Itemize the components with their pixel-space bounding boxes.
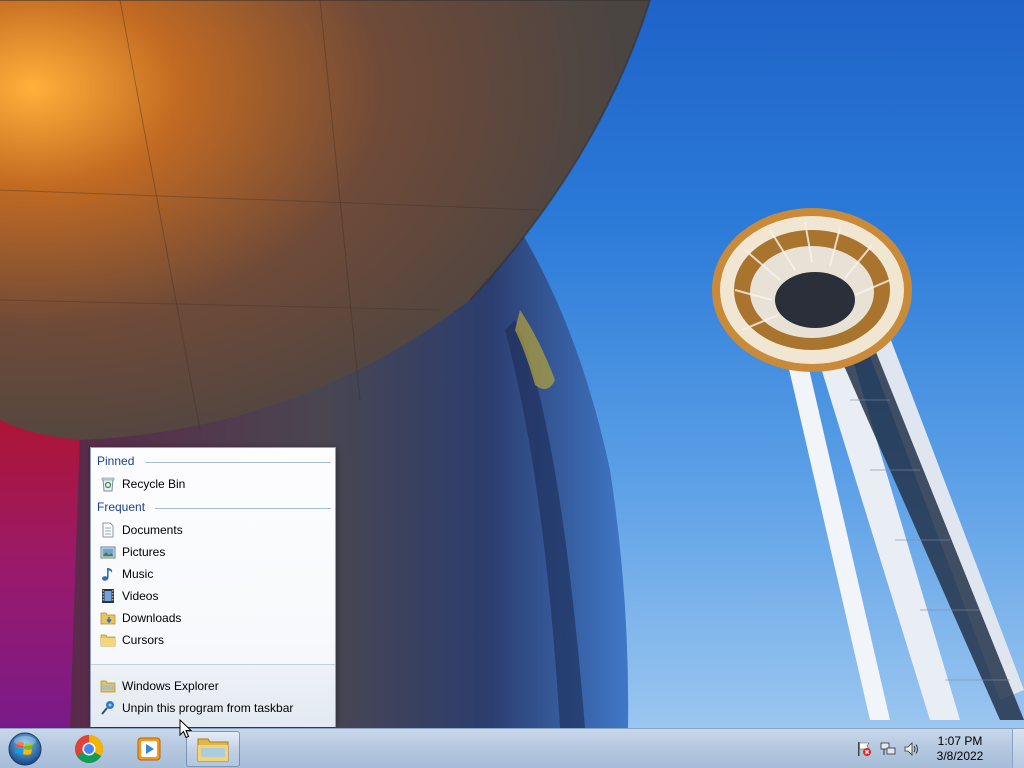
media-player-icon [137, 737, 161, 761]
system-tray: 1:07 PM 3/8/2022 [852, 729, 1012, 768]
documents-icon [102, 522, 114, 538]
taskbar: 1:07 PM 3/8/2022 [0, 728, 1024, 768]
jumplist-item-label: Documents [122, 523, 183, 537]
windows-explorer-icon [100, 680, 116, 693]
chrome-icon [75, 735, 103, 763]
volume-icon[interactable] [904, 741, 920, 757]
taskbar-media-player-button[interactable] [123, 731, 177, 767]
videos-icon [102, 589, 114, 603]
jump-list: Pinned Recycle Bin Frequent Documents Pi… [90, 447, 336, 727]
section-divider [145, 462, 331, 463]
frequent-header-label: Frequent [97, 500, 146, 514]
show-desktop-button[interactable] [1012, 729, 1024, 768]
network-icon[interactable] [880, 741, 896, 757]
clock-time: 1:07 PM [937, 734, 983, 748]
jumplist-item-documents[interactable]: Documents [97, 519, 331, 541]
jumplist-task-unpin[interactable]: Unpin this program from taskbar [97, 697, 331, 719]
action-center-flag-icon[interactable] [856, 741, 872, 757]
taskbar-windows-explorer-button[interactable] [186, 731, 240, 767]
jumplist-item-videos[interactable]: Videos [97, 585, 331, 607]
taskbar-chrome-button[interactable] [62, 731, 116, 767]
clock[interactable]: 1:07 PM 3/8/2022 [928, 734, 992, 764]
jumplist-task-label: Unpin this program from taskbar [122, 701, 294, 715]
downloads-folder-icon [100, 612, 116, 625]
jumplist-task-windows-explorer[interactable]: Windows Explorer [97, 675, 331, 697]
jumplist-item-label: Videos [122, 589, 159, 603]
windows-orb-icon [8, 732, 42, 766]
jumplist-item-music[interactable]: Music [97, 563, 331, 585]
frequent-section-header: Frequent [97, 498, 333, 516]
pinned-header-label: Pinned [97, 454, 135, 468]
jumplist-item-pictures[interactable]: Pictures [97, 541, 331, 563]
pinned-section-header: Pinned [97, 452, 333, 470]
recycle-bin-icon [101, 477, 115, 492]
jumplist-item-recycle-bin[interactable]: Recycle Bin [97, 473, 331, 495]
jumplist-item-label: Pictures [122, 545, 166, 559]
start-button[interactable] [6, 731, 44, 767]
jumplist-item-label: Downloads [122, 611, 182, 625]
clock-date: 3/8/2022 [936, 749, 984, 763]
section-divider [155, 508, 331, 509]
music-icon [102, 568, 113, 581]
jumplist-task-label: Windows Explorer [122, 679, 219, 693]
jumplist-item-downloads[interactable]: Downloads [97, 607, 331, 629]
jumplist-item-cursors[interactable]: Cursors [97, 629, 331, 651]
mouse-cursor-icon [179, 719, 193, 739]
folder-icon [100, 634, 116, 647]
pictures-icon [100, 546, 116, 559]
jumplist-item-label: Recycle Bin [122, 477, 186, 491]
jumplist-item-label: Cursors [122, 633, 165, 647]
unpin-icon [101, 701, 114, 715]
jumplist-item-label: Music [122, 567, 154, 581]
folder-icon [197, 738, 229, 762]
